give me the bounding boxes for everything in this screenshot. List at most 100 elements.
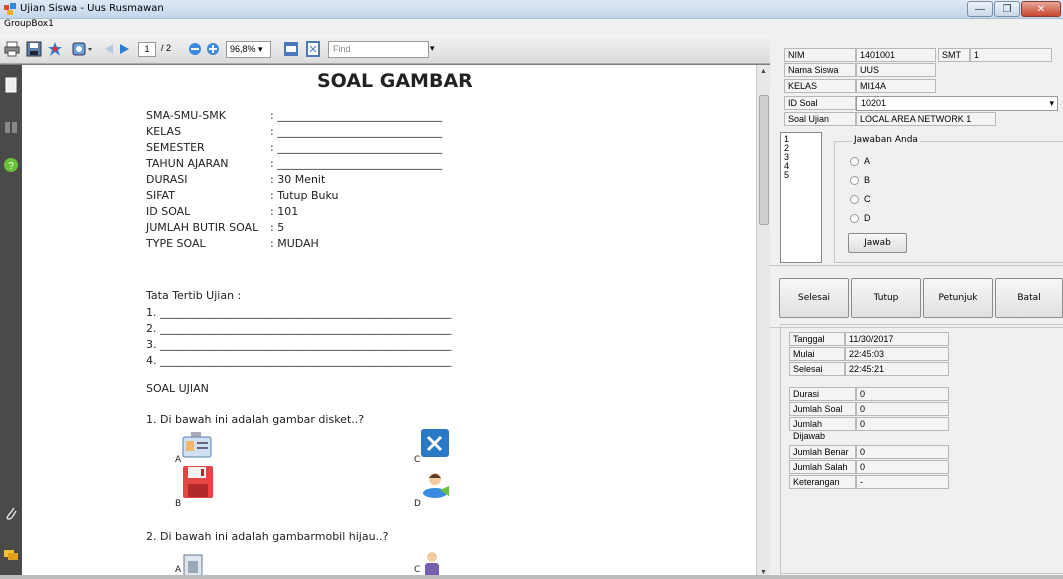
jumlah-dijawab-value: 0 bbox=[856, 417, 949, 431]
batal-button[interactable]: Batal bbox=[995, 278, 1063, 318]
info-row: DURASI: 30 Menit bbox=[146, 173, 326, 186]
list-item[interactable]: 3 bbox=[784, 153, 818, 162]
jawab-button[interactable]: Jawab bbox=[848, 233, 907, 253]
minimize-button[interactable]: — bbox=[967, 1, 993, 17]
window-title: Ujian Siswa - Uus Rusmawan bbox=[20, 3, 164, 14]
option-label: A bbox=[175, 565, 182, 575]
kelas-label: KELAS bbox=[784, 79, 856, 93]
rule-line: 1. _____________________________________… bbox=[146, 306, 452, 319]
save-icon[interactable] bbox=[26, 41, 42, 57]
rule-line: 2. _____________________________________… bbox=[146, 322, 452, 335]
tanggal-label: Tanggal bbox=[789, 332, 845, 346]
section-title: SOAL UJIAN bbox=[146, 382, 209, 395]
radio-d[interactable]: D bbox=[850, 213, 871, 223]
find-dropdown-icon[interactable]: ▾ bbox=[430, 43, 435, 54]
info-row: JUMLAH BUTIR SOAL: 5 bbox=[146, 221, 285, 234]
petunjuk-button[interactable]: Petunjuk bbox=[923, 278, 993, 318]
jumlah-dijawab-label: Jumlah Dijawab bbox=[789, 417, 856, 441]
zoom-select[interactable]: 96,8% ▾ bbox=[226, 41, 271, 58]
option-label: D bbox=[414, 499, 421, 509]
minimize-icon: — bbox=[975, 3, 985, 15]
print-icon[interactable] bbox=[4, 41, 20, 57]
zoom-out-icon[interactable] bbox=[187, 41, 203, 57]
zoom-in-icon[interactable] bbox=[205, 41, 221, 57]
pages-icon[interactable] bbox=[3, 77, 19, 93]
scroll-up-icon[interactable]: ▲ bbox=[760, 68, 767, 75]
list-item[interactable]: 1 bbox=[784, 135, 818, 144]
app-icon bbox=[4, 3, 16, 15]
pdf-toolbar: 1 / 2 96,8% ▾ Find ▾ bbox=[0, 34, 770, 64]
kelas-value: MI14A bbox=[856, 79, 936, 93]
info-row: TAHUN AJARAN: __________________________… bbox=[146, 157, 443, 170]
keterangan-label: Keterangan bbox=[789, 475, 856, 489]
comments-icon[interactable] bbox=[3, 547, 19, 563]
selesai-value: 22:45:21 bbox=[845, 362, 949, 376]
answer-group-title: Jawaban Anda bbox=[852, 135, 920, 145]
bottom-strip bbox=[0, 575, 1063, 579]
first-page-icon[interactable] bbox=[101, 41, 115, 57]
list-item[interactable]: 2 bbox=[784, 144, 818, 153]
pdf-viewer: 1 / 2 96,8% ▾ Find ▾ ? SOAL GAMBAR SMA-S… bbox=[0, 34, 770, 579]
radio-b[interactable]: B bbox=[850, 175, 870, 185]
nama-value: UUS bbox=[856, 63, 936, 77]
fit-page-icon[interactable] bbox=[305, 41, 321, 57]
selesai-button[interactable]: Selesai bbox=[779, 278, 849, 318]
nama-label: Nama Siswa bbox=[784, 63, 856, 77]
export-icon[interactable] bbox=[72, 41, 94, 57]
option-label: B bbox=[175, 499, 182, 509]
nim-label: NIM bbox=[784, 48, 856, 62]
info-row: KELAS: ______________________________ bbox=[146, 125, 443, 138]
svg-text:?: ? bbox=[8, 161, 14, 172]
rule-line: 4. _____________________________________… bbox=[146, 354, 452, 367]
user-icon bbox=[423, 473, 449, 498]
help-icon[interactable]: ? bbox=[3, 157, 19, 173]
divider bbox=[770, 265, 1063, 266]
settings-tool-icon bbox=[421, 429, 449, 457]
durasi-label: Durasi bbox=[789, 387, 856, 401]
option-label: C bbox=[414, 565, 421, 575]
rule-line: 3. _____________________________________… bbox=[146, 338, 452, 351]
fit-width-icon[interactable] bbox=[283, 41, 299, 57]
bookmarks-icon[interactable] bbox=[3, 119, 19, 135]
mulai-value: 22:45:03 bbox=[845, 347, 949, 361]
info-row: TYPE SOAL: MUDAH bbox=[146, 237, 319, 250]
option-label: A bbox=[175, 455, 182, 465]
right-panel: NIM 1401001 SMT 1 Nama Siswa UUS KELAS M… bbox=[770, 19, 1063, 579]
attachment-icon[interactable] bbox=[3, 505, 19, 521]
radio-c[interactable]: C bbox=[850, 194, 871, 204]
title-bar: Ujian Siswa - Uus Rusmawan — ❐ ✕ bbox=[0, 0, 1063, 19]
radio-a[interactable]: A bbox=[850, 156, 870, 166]
question-list[interactable]: 1 2 3 4 5 bbox=[780, 132, 822, 263]
jumlah-soal-label: Jumlah Soal bbox=[789, 402, 856, 416]
scroll-thumb[interactable] bbox=[759, 95, 769, 225]
close-button[interactable]: ✕ bbox=[1021, 1, 1061, 17]
page-number-input[interactable]: 1 bbox=[138, 42, 156, 57]
idsoal-select[interactable]: 10201 ▾ bbox=[856, 96, 1058, 111]
tutup-button[interactable]: Tutup bbox=[851, 278, 921, 318]
tanggal-value: 11/30/2017 bbox=[845, 332, 949, 346]
vertical-scrollbar[interactable]: ▲ ▼ bbox=[756, 65, 770, 579]
pdf-sidebar: ? bbox=[0, 65, 22, 579]
mulai-label: Mulai bbox=[789, 347, 845, 361]
maximize-button[interactable]: ❐ bbox=[994, 1, 1020, 17]
list-item[interactable]: 4 bbox=[784, 162, 818, 171]
jumlah-soal-value: 0 bbox=[856, 402, 949, 416]
keterangan-value: - bbox=[856, 475, 949, 489]
question-1: 1. Di bawah ini adalah gambar disket..? bbox=[146, 413, 365, 426]
jumlah-benar-label: Jumlah Benar bbox=[789, 445, 856, 459]
jumlah-salah-value: 0 bbox=[856, 460, 949, 474]
find-input[interactable]: Find bbox=[328, 41, 429, 58]
smt-value: 1 bbox=[970, 48, 1052, 62]
durasi-value: 0 bbox=[856, 387, 949, 401]
info-row: SIFAT: Tutup Buku bbox=[146, 189, 339, 202]
soal-value: LOCAL AREA NETWORK 1 bbox=[856, 112, 996, 126]
next-page-icon[interactable] bbox=[118, 41, 132, 57]
info-row: ID SOAL: 101 bbox=[146, 205, 299, 218]
list-item[interactable]: 5 bbox=[784, 171, 818, 180]
floppy-disk-icon bbox=[183, 466, 213, 498]
rules-title: Tata Tertib Ujian : bbox=[146, 289, 242, 302]
page-total: / 2 bbox=[161, 43, 172, 53]
tools-icon[interactable] bbox=[47, 41, 63, 57]
selesai-label: Selesai bbox=[789, 362, 845, 376]
document-title: SOAL GAMBAR bbox=[317, 70, 473, 92]
